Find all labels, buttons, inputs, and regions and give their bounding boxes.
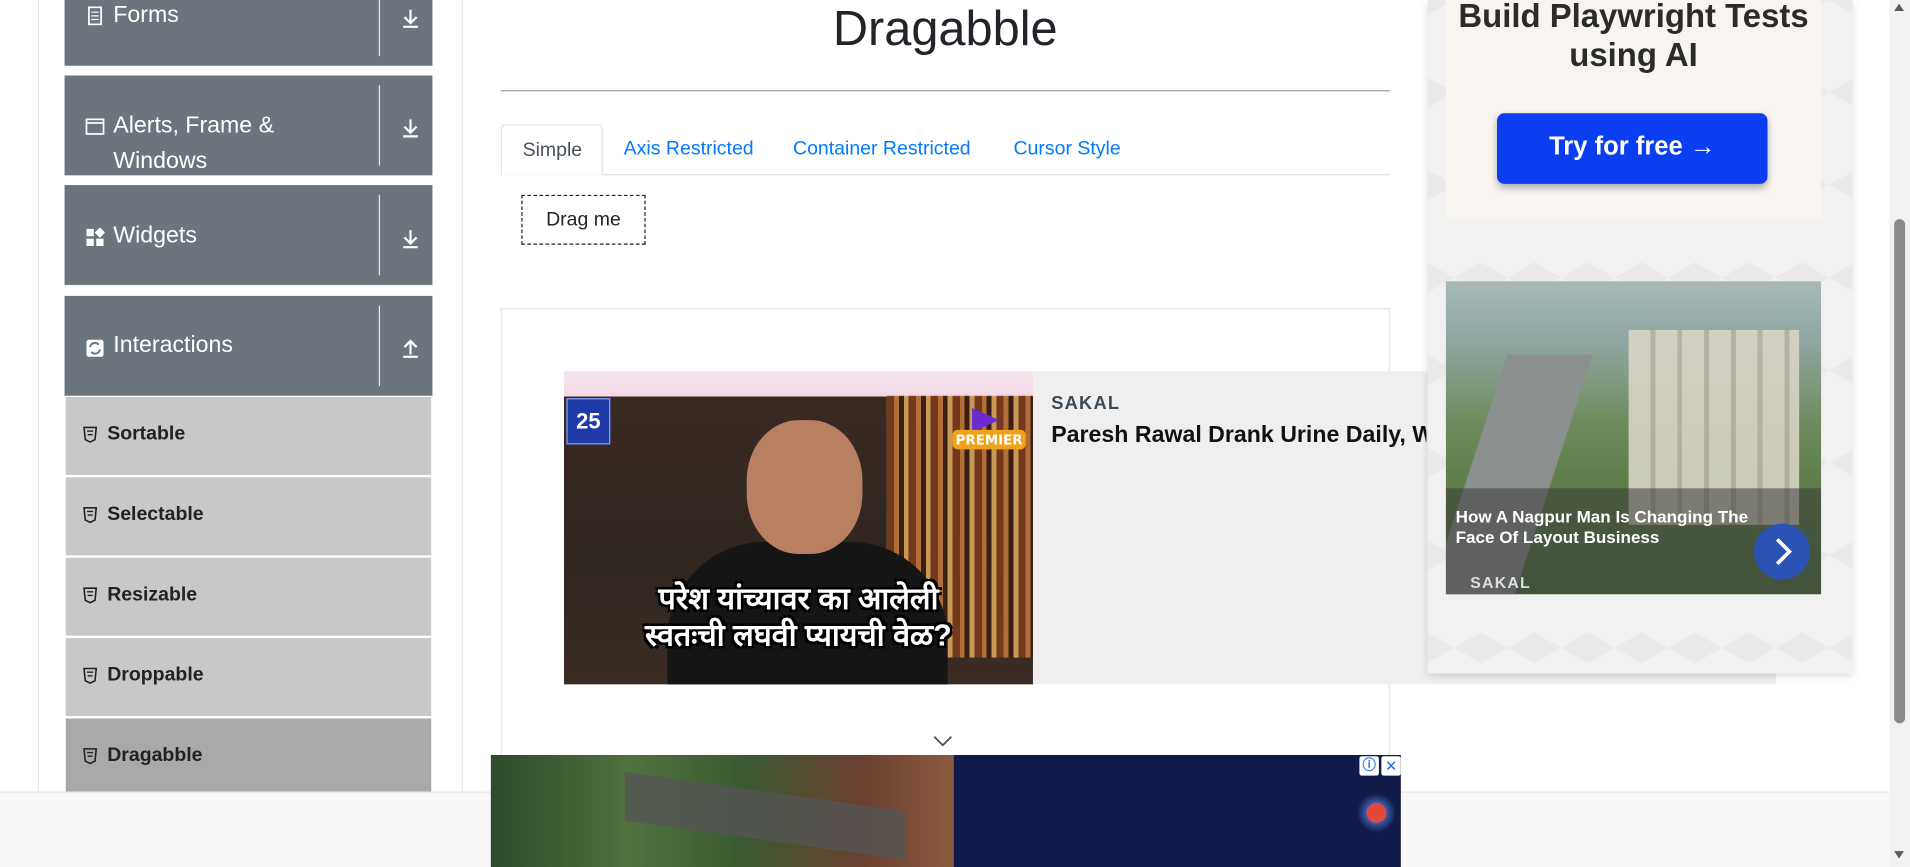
sidebar-item-droppable[interactable]: Droppable	[65, 638, 432, 717]
sidebar-group-forms[interactable]: Forms	[64, 0, 433, 66]
html5-icon	[83, 748, 98, 765]
window-icon	[85, 118, 105, 135]
chevron-right-icon	[1775, 538, 1792, 566]
divider	[378, 305, 381, 387]
download-arrow-icon[interactable]	[400, 117, 422, 139]
drag-me-box[interactable]: Drag me	[521, 194, 646, 245]
sidebar-item-selectable[interactable]: Selectable	[65, 477, 432, 556]
tab-container-restricted[interactable]: Container Restricted	[772, 124, 991, 175]
html5-icon	[83, 506, 98, 524]
sidebar-group-interactions[interactable]: Interactions	[64, 295, 433, 396]
download-arrow-icon[interactable]	[400, 228, 422, 250]
playwright-ad-title: Build Playwright Tests using AI	[1458, 0, 1809, 74]
tab-simple[interactable]: Simple	[500, 124, 603, 176]
sidebar-border-left	[37, 0, 39, 793]
widgets-icon	[86, 227, 105, 246]
sidebar-item-label: Sortable	[107, 423, 186, 445]
playwright-ad[interactable]: Build Playwright Tests using AI Try for …	[1445, 0, 1822, 220]
chevron-down-icon[interactable]	[933, 735, 952, 747]
sidebar-item-label: Selectable	[107, 504, 204, 525]
sidebar-item-dragabble[interactable]: Dragabble	[65, 718, 432, 797]
caption-line-2: स्वतःची लघवी प्यायची वेळ?	[645, 618, 952, 653]
page-title: Dragabble	[832, 2, 1058, 57]
person-face-shape	[746, 420, 863, 555]
scrollbar-thumb[interactable]	[1894, 219, 1906, 724]
ad-source: SAKAL	[1051, 393, 1121, 415]
html5-icon	[83, 426, 98, 443]
tab-cursor-style[interactable]: Cursor Style	[993, 124, 1142, 175]
story-ad[interactable]: How A Nagpur Man Is Changing The Face Of…	[1445, 281, 1822, 595]
scroll-down-icon[interactable]	[1894, 851, 1904, 859]
html5-icon	[83, 667, 98, 685]
ad-headline[interactable]: Paresh Rawal Drank Urine Daily, Wh	[1051, 423, 1426, 450]
html5-icon	[83, 587, 98, 604]
ad-image-caption: परेश यांच्यावर का आलेली स्वतःची लघवी प्य…	[564, 581, 1033, 654]
ad-image[interactable]: 25 PREMIER परेश यांच्यावर का आलेली स्वतः…	[563, 371, 1033, 685]
scrollbar[interactable]	[1889, 0, 1910, 867]
story-source: SAKAL	[1470, 573, 1531, 592]
form-icon	[88, 6, 102, 26]
interactions-icon	[86, 339, 104, 357]
title-divider	[500, 90, 1390, 92]
divider	[378, 0, 381, 57]
try-for-free-button[interactable]: Try for free →	[1497, 113, 1768, 184]
badge-25: 25	[566, 398, 611, 445]
divider	[378, 85, 381, 166]
sidebar-border-right	[461, 0, 463, 793]
premier-logo-icon: PREMIER	[952, 407, 1026, 450]
right-ad-panel: Build Playwright Tests using AI Try for …	[1427, 0, 1853, 674]
ad-close-icon[interactable]: ✕	[1381, 756, 1401, 776]
tab-axis-restricted[interactable]: Axis Restricted	[603, 124, 774, 175]
sidebar-item-sortable[interactable]: Sortable	[65, 396, 432, 475]
download-arrow-icon[interactable]	[400, 7, 422, 29]
sidebar-group-label: Interactions	[113, 332, 233, 359]
story-title[interactable]: How A Nagpur Man Is Changing The Face Of…	[1456, 507, 1773, 548]
upload-arrow-icon[interactable]	[400, 337, 422, 359]
sidebar-group-label: Widgets	[113, 222, 197, 249]
ad-info-icon[interactable]: ⓘ	[1359, 756, 1379, 776]
sidebar-group-label: Alerts, Frame & Windows	[113, 113, 275, 175]
sidebar-item-label: Resizable	[107, 584, 198, 606]
sidebar-group-alerts[interactable]: Alerts, Frame & Windows	[64, 75, 433, 176]
sidebar-item-label: Droppable	[107, 664, 204, 686]
sidebar-group-label: Forms	[113, 2, 179, 29]
story-next-button[interactable]	[1754, 523, 1811, 580]
sidebar-item-label: Dragabble	[107, 745, 203, 766]
scroll-up-icon[interactable]	[1894, 3, 1904, 11]
flower-logo-icon	[1358, 791, 1395, 835]
sidebar-item-resizable[interactable]: Resizable	[65, 557, 432, 636]
bottom-banner-ad[interactable]: ⓘ ✕	[490, 754, 1401, 867]
sidebar-group-widgets[interactable]: Widgets	[64, 185, 433, 285]
divider	[378, 194, 381, 276]
caption-line-1: परेश यांच्यावर का आलेली	[658, 582, 939, 617]
premier-logo-text: PREMIER	[956, 433, 1024, 448]
